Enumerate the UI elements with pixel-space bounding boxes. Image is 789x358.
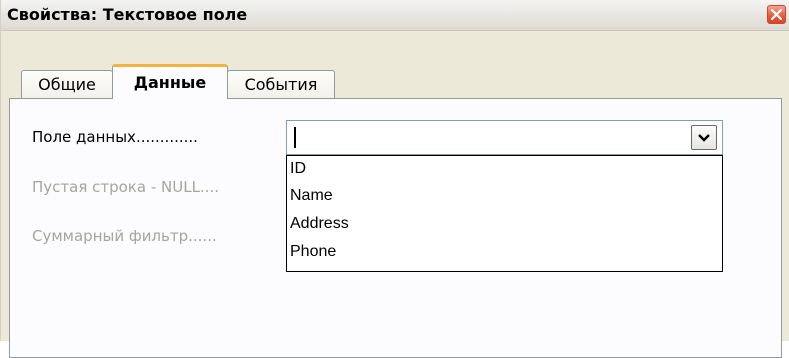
text-cursor (294, 127, 296, 148)
filter-proposal-label: Суммарный фильтр...... (32, 227, 217, 245)
tab-events[interactable]: События (227, 70, 335, 98)
list-item-address[interactable]: Address (290, 215, 349, 233)
list-item-name[interactable]: Name (290, 187, 333, 205)
empty-string-null-label: Пустая строка - NULL.... (32, 178, 219, 196)
close-button[interactable] (767, 5, 786, 24)
chevron-down-icon (698, 134, 710, 142)
list-item-phone[interactable]: Phone (290, 243, 336, 261)
data-field-options-list[interactable]: ID Name Address Phone (286, 155, 723, 272)
data-field-combobox[interactable] (286, 120, 723, 155)
dropdown-button[interactable] (691, 125, 717, 150)
list-item-id[interactable]: ID (290, 160, 306, 178)
dialog-title: Свойства: Текстовое поле (7, 5, 248, 24)
tab-general[interactable]: Общие (21, 70, 113, 98)
close-icon (771, 9, 782, 20)
data-field-label: Поле данных............. (32, 128, 198, 146)
title-bar[interactable]: Свойства: Текстовое поле (1, 0, 789, 31)
tab-data[interactable]: Данные (112, 64, 228, 99)
properties-dialog: Свойства: Текстовое поле Общие Данные Со… (0, 0, 789, 358)
